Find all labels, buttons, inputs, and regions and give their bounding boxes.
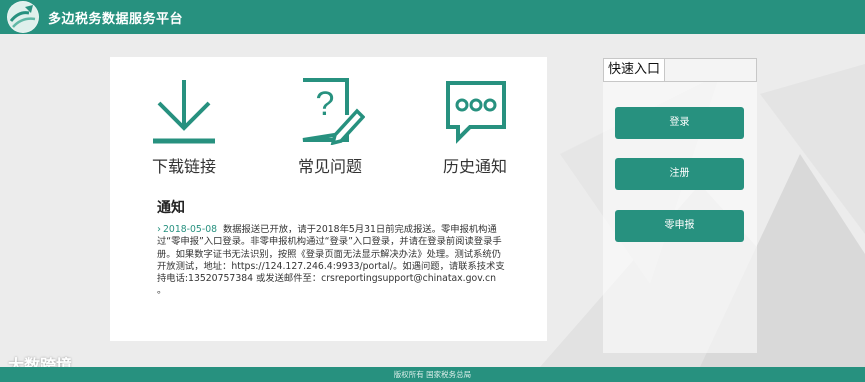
header-bar: 多边税务数据服务平台 bbox=[0, 0, 865, 34]
login-button[interactable]: 登录 bbox=[615, 107, 744, 139]
tab-quick-entry[interactable]: 快速入口 bbox=[604, 59, 665, 81]
login-panel: 快速入口 登录 注册 零申报 bbox=[603, 58, 757, 353]
register-button[interactable]: 注册 bbox=[615, 158, 744, 190]
notice-date[interactable]: 2018-05-08 bbox=[163, 224, 217, 235]
svg-text:?: ? bbox=[316, 85, 335, 123]
tab-bar: 快速入口 bbox=[603, 58, 757, 82]
site-title: 多边税务数据服务平台 bbox=[48, 12, 184, 27]
quick-link-download[interactable]: 下载链接 bbox=[124, 75, 244, 177]
quick-link-label: 历史通知 bbox=[442, 157, 507, 176]
zero-declaration-button[interactable]: 零申报 bbox=[615, 210, 744, 242]
quick-link-faq[interactable]: ? 常见问题 bbox=[270, 75, 390, 177]
question-edit-icon: ? bbox=[302, 78, 365, 145]
quick-link-label: 常见问题 bbox=[297, 157, 362, 176]
notice-title: 通知 bbox=[157, 200, 185, 216]
logo bbox=[7, 1, 39, 33]
quick-link-label: 下载链接 bbox=[151, 157, 216, 176]
notice-body: › 2018-05-08 数据报送已开放，请于2018年5月31日前完成报送。零申… bbox=[157, 224, 505, 298]
footer: 版权所有 国家税务总局 bbox=[0, 367, 865, 382]
quick-link-history[interactable]: 历史通知 bbox=[415, 75, 535, 177]
download-icon bbox=[153, 80, 215, 144]
chevron-right-icon: › bbox=[157, 224, 161, 235]
chat-bubble-icon bbox=[446, 81, 506, 144]
main-panel: 下载链接 ? 常见问题 历史通知 通知 › 2018-05-08 数据报送已开放，… bbox=[110, 57, 547, 341]
